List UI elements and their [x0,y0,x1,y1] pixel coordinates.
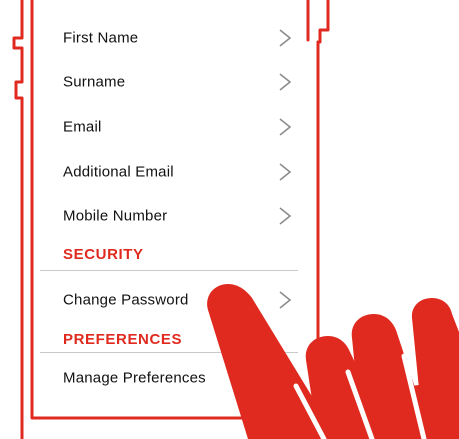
divider [40,352,298,353]
row-label: Manage Preferences [63,369,206,387]
row-label: Mobile Number [63,207,168,225]
row-additional-email[interactable]: Additional Email [40,152,298,192]
chevron-right-icon [279,73,292,91]
row-label: Change Password [63,291,189,309]
chevron-right-icon [279,118,292,136]
row-label: Email [63,118,102,136]
chevron-right-icon [279,291,292,309]
row-manage-preferences[interactable]: Manage Preferences [40,358,298,398]
row-email[interactable]: Email [40,107,298,147]
section-header-preferences: PREFERENCES [63,331,183,348]
row-mobile-number[interactable]: Mobile Number [40,196,298,236]
row-label: Surname [63,73,126,91]
section-header-security: SECURITY [63,246,144,263]
divider [40,270,298,271]
row-first-name[interactable]: First Name [40,18,298,58]
row-surname[interactable]: Surname [40,62,298,102]
row-label: Additional Email [63,163,174,181]
row-label: First Name [63,29,139,47]
phone-screen: First Name Surname Email Additional Emai… [0,0,459,439]
chevron-right-icon [279,29,292,47]
chevron-right-icon [279,207,292,225]
row-change-password[interactable]: Change Password [40,280,298,320]
chevron-right-icon [279,163,292,181]
